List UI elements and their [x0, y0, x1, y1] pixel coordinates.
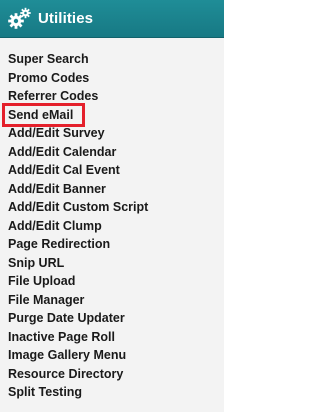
menu-item-snip-url[interactable]: Snip URL	[0, 254, 224, 273]
menu-item-split-testing[interactable]: Split Testing	[0, 383, 224, 402]
utilities-header[interactable]: Utilities	[0, 0, 224, 38]
menu-item-add-edit-clump[interactable]: Add/Edit Clump	[0, 217, 224, 236]
menu-item-add-edit-calendar[interactable]: Add/Edit Calendar	[0, 143, 224, 162]
menu-item-super-search[interactable]: Super Search	[0, 50, 224, 69]
menu-item-file-upload[interactable]: File Upload	[0, 272, 224, 291]
menu-item-file-manager[interactable]: File Manager	[0, 291, 224, 310]
menu-item-promo-codes[interactable]: Promo Codes	[0, 69, 224, 88]
menu-item-add-edit-custom-script[interactable]: Add/Edit Custom Script	[0, 198, 224, 217]
menu-item-add-edit-banner[interactable]: Add/Edit Banner	[0, 180, 224, 199]
menu-item-image-gallery-menu[interactable]: Image Gallery Menu	[0, 346, 224, 365]
menu-item-purge-date-updater[interactable]: Purge Date Updater	[0, 309, 224, 328]
menu-item-referrer-codes[interactable]: Referrer Codes	[0, 87, 224, 106]
utilities-title: Utilities	[38, 10, 94, 27]
utilities-menu: Super Search Promo Codes Referrer Codes …	[0, 50, 224, 402]
menu-item-inactive-page-roll[interactable]: Inactive Page Roll	[0, 328, 224, 347]
menu-item-add-edit-survey[interactable]: Add/Edit Survey	[0, 124, 224, 143]
menu-item-page-redirection[interactable]: Page Redirection	[0, 235, 224, 254]
gears-icon	[6, 6, 32, 32]
utilities-panel: Utilities Super Search Promo Codes Refer…	[0, 0, 224, 412]
menu-item-send-email[interactable]: Send eMail	[0, 106, 224, 125]
menu-item-resource-directory[interactable]: Resource Directory	[0, 365, 224, 384]
menu-item-add-edit-cal-event[interactable]: Add/Edit Cal Event	[0, 161, 224, 180]
